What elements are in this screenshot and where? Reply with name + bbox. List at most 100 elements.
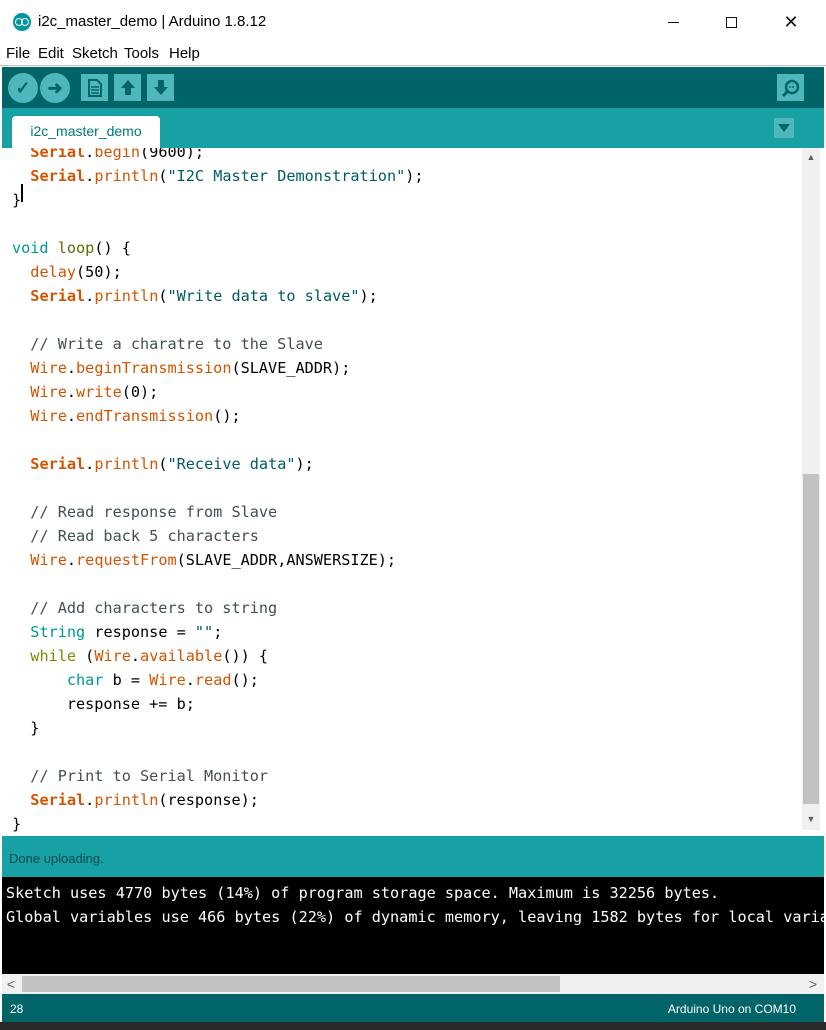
menu-sketch[interactable]: Sketch xyxy=(72,45,118,62)
code-token: Serial xyxy=(30,455,86,473)
tab-menu-button[interactable] xyxy=(774,118,794,138)
status-bar: Done uploading. xyxy=(2,836,824,877)
code-line: // Read response from Slave xyxy=(12,500,277,524)
menu-bar: File Edit Sketch Tools Help xyxy=(0,44,826,66)
scroll-up-icon[interactable]: ▲ xyxy=(802,148,820,166)
code-token: endTransmission xyxy=(76,407,214,425)
code-token: ); xyxy=(405,167,424,185)
code-token: response = xyxy=(85,623,195,641)
minimize-button[interactable] xyxy=(644,0,702,44)
code-line: char b = Wire.read(); xyxy=(12,668,259,692)
console-output: Sketch uses 4770 bytes (14%) of program … xyxy=(2,877,824,974)
code-token: Serial xyxy=(30,167,86,185)
code-line: delay(50); xyxy=(12,260,121,284)
code-token: () { xyxy=(94,239,131,257)
verify-icon: ✓ xyxy=(15,77,31,98)
footer-bar: 28 Arduino Uno on COM10 xyxy=(2,994,824,1022)
code-token: "" xyxy=(194,623,214,641)
scrollbar-thumb[interactable] xyxy=(803,474,819,804)
scroll-right-icon[interactable]: > xyxy=(804,974,822,994)
scroll-left-icon[interactable]: < xyxy=(2,974,20,994)
line-number: 28 xyxy=(10,1002,24,1016)
code-token: Wire xyxy=(30,551,67,569)
maximize-button[interactable] xyxy=(702,0,760,44)
code-token: // Print to Serial Monitor xyxy=(12,767,269,785)
code-line: Serial.begin(9600); xyxy=(12,148,204,164)
code-token: // Read response from Slave xyxy=(12,503,278,521)
code-token: } xyxy=(12,191,22,209)
menu-help[interactable]: Help xyxy=(169,45,200,62)
arduino-logo-icon xyxy=(13,13,31,31)
code-line: } xyxy=(12,812,21,832)
code-token: // Add characters to string xyxy=(12,599,278,617)
code-line: } xyxy=(12,716,39,740)
code-token: . xyxy=(85,287,95,305)
tab-i2c-master-demo[interactable]: i2c_master_demo xyxy=(12,116,160,148)
console-horizontal-scrollbar[interactable]: < > xyxy=(2,974,824,994)
board-port-label: Arduino Uno on COM10 xyxy=(667,1002,796,1016)
code-line: // Add characters to string xyxy=(12,596,277,620)
code-token: ()) { xyxy=(222,647,269,665)
open-sketch-button[interactable] xyxy=(114,74,141,101)
code-token: response += b; xyxy=(12,695,195,713)
tab-bar: i2c_master_demo xyxy=(2,108,824,148)
code-token: Wire xyxy=(30,383,67,401)
code-token: . xyxy=(85,167,95,185)
code-token: Wire xyxy=(30,359,67,377)
code-token: void xyxy=(12,239,49,257)
code-token: String xyxy=(30,623,86,641)
scrollbar-thumb[interactable] xyxy=(22,976,560,992)
upload-button[interactable]: ➜ xyxy=(40,73,70,103)
code-token: b = xyxy=(103,671,150,689)
code-line: Serial.println("Receive data"); xyxy=(12,452,314,476)
verify-button[interactable]: ✓ xyxy=(8,73,38,103)
code-token: Wire xyxy=(149,671,186,689)
window-title: i2c_master_demo | Arduino 1.8.12 xyxy=(38,13,267,30)
close-button[interactable]: ✕ xyxy=(762,0,820,44)
code-token: "I2C Master Demonstration" xyxy=(167,167,406,185)
code-editor[interactable]: Serial.begin(9600); Serial.println("I2C … xyxy=(2,148,802,832)
code-token: Serial xyxy=(30,148,86,161)
editor-vertical-scrollbar[interactable]: ▲ ▼ xyxy=(802,148,820,830)
code-token: . xyxy=(66,551,77,569)
code-line: // Read back 5 characters xyxy=(12,524,259,548)
new-sketch-button[interactable] xyxy=(81,74,108,101)
code-line: } xyxy=(12,188,21,212)
menu-file[interactable]: File xyxy=(6,45,30,62)
code-token: // Write a charatre to the Slave xyxy=(12,335,323,353)
status-message: Done uploading. xyxy=(9,851,104,866)
code-token: . xyxy=(130,647,141,665)
code-token: available xyxy=(140,647,223,665)
save-sketch-button[interactable] xyxy=(147,74,174,101)
code-token: delay xyxy=(30,263,77,281)
code-token: (); xyxy=(231,671,259,689)
scroll-down-icon[interactable]: ▼ xyxy=(802,810,820,828)
code-token: // Read back 5 characters xyxy=(12,527,259,545)
code-token: . xyxy=(85,148,95,161)
code-line: String response = ""; xyxy=(12,620,222,644)
menu-edit[interactable]: Edit xyxy=(38,45,64,62)
menu-tools[interactable]: Tools xyxy=(124,45,159,62)
code-token: . xyxy=(66,407,77,425)
code-line: Wire.endTransmission(); xyxy=(12,404,240,428)
code-token: . xyxy=(85,455,95,473)
console-line: Global variables use 466 bytes (22%) of … xyxy=(6,908,824,926)
code-line: response += b; xyxy=(12,692,195,716)
maximize-icon xyxy=(725,16,737,28)
window-titlebar: i2c_master_demo | Arduino 1.8.12 ✕ xyxy=(0,0,826,44)
code-token: ( xyxy=(158,287,168,305)
close-icon: ✕ xyxy=(783,11,799,32)
code-line: while (Wire.available()) { xyxy=(12,644,268,668)
code-line: Serial.println("I2C Master Demonstration… xyxy=(12,164,424,188)
code-token: requestFrom xyxy=(76,551,177,569)
code-token: beginTransmission xyxy=(76,359,232,377)
serial-monitor-button[interactable] xyxy=(777,74,804,101)
